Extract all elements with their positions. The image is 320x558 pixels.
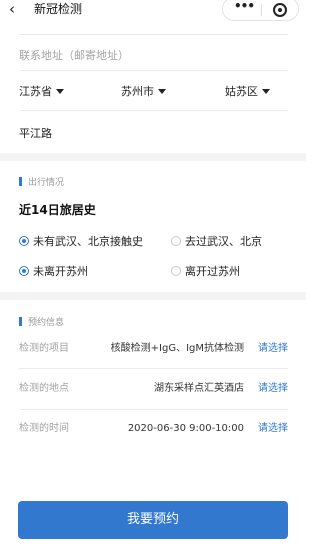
choose-link[interactable]: 请选择: [258, 410, 288, 448]
section-gap: [0, 153, 306, 161]
travel-section-title: 出行情况: [28, 178, 65, 188]
radio-visited[interactable]: 去过武汉、北京: [171, 233, 262, 249]
row-label: 检测的地点: [19, 383, 69, 394]
row-value: 核酸检测+IgG、IgM抗体检测: [110, 343, 244, 354]
district-select[interactable]: 姑苏区: [225, 83, 270, 99]
more-icon[interactable]: •••: [234, 0, 255, 13]
row-label: 检测的时间: [19, 423, 69, 434]
province-value: 江苏省: [19, 85, 52, 98]
nav-bar: ‹ 新冠检测 •••: [0, 0, 306, 22]
travel-section-header: 出行情况: [19, 175, 64, 188]
district-value: 姑苏区: [225, 85, 258, 98]
divider: [19, 34, 288, 35]
capsule-divider: [261, 4, 262, 16]
row-value: 湖东采样点汇英酒店: [154, 383, 244, 394]
address-label: 联系地址（邮寄地址）: [19, 49, 129, 62]
row-value: 2020-06-30 9:00-10:00: [127, 423, 244, 434]
province-select[interactable]: 江苏省: [19, 83, 64, 99]
divider: [19, 368, 288, 369]
caret-down-icon: [262, 89, 270, 94]
booking-section-title: 预约信息: [28, 318, 65, 328]
radio-label: 离开过苏州: [185, 265, 240, 278]
section-marker: [19, 317, 22, 326]
travel-history-question: 近14日旅居史: [19, 203, 96, 217]
section-marker: [19, 177, 22, 186]
miniapp-capsule: •••: [222, 0, 299, 21]
booking-section-header: 预约信息: [19, 315, 64, 328]
radio-label: 去过武汉、北京: [185, 235, 262, 248]
city-select[interactable]: 苏州市: [121, 83, 166, 99]
booking-row-location: 检测的地点 湖东采样点汇英酒店 请选择: [0, 370, 306, 408]
caret-down-icon: [56, 89, 64, 94]
section-gap: [0, 292, 306, 300]
radio-label: 未有武汉、北京接触史: [33, 235, 143, 248]
choose-link[interactable]: 请选择: [258, 330, 288, 368]
booking-row-time: 检测的时间 2020-06-30 9:00-10:00 请选择: [0, 410, 306, 448]
divider: [19, 70, 288, 71]
radio-checked-icon: [19, 266, 29, 276]
divider: [19, 110, 288, 111]
row-label: 检测的项目: [19, 343, 69, 354]
radio-left-suzhou[interactable]: 离开过苏州: [171, 263, 240, 279]
city-value: 苏州市: [121, 85, 154, 98]
page-title: 新冠检测: [34, 2, 83, 16]
street-input[interactable]: 平江路: [19, 125, 52, 141]
booking-row-item: 检测的项目 核酸检测+IgG、IgM抗体检测 请选择: [0, 330, 306, 368]
book-button[interactable]: 我要预约: [18, 501, 288, 539]
radio-unchecked-icon: [171, 266, 181, 276]
radio-label: 未离开苏州: [33, 265, 88, 278]
radio-unchecked-icon: [171, 236, 181, 246]
radio-not-left-suzhou[interactable]: 未离开苏州: [19, 263, 88, 279]
choose-link[interactable]: 请选择: [258, 370, 288, 408]
radio-checked-icon: [19, 236, 29, 246]
close-target-icon[interactable]: [273, 3, 287, 17]
caret-down-icon: [158, 89, 166, 94]
radio-no-contact[interactable]: 未有武汉、北京接触史: [19, 233, 143, 249]
back-icon[interactable]: ‹: [9, 1, 15, 17]
